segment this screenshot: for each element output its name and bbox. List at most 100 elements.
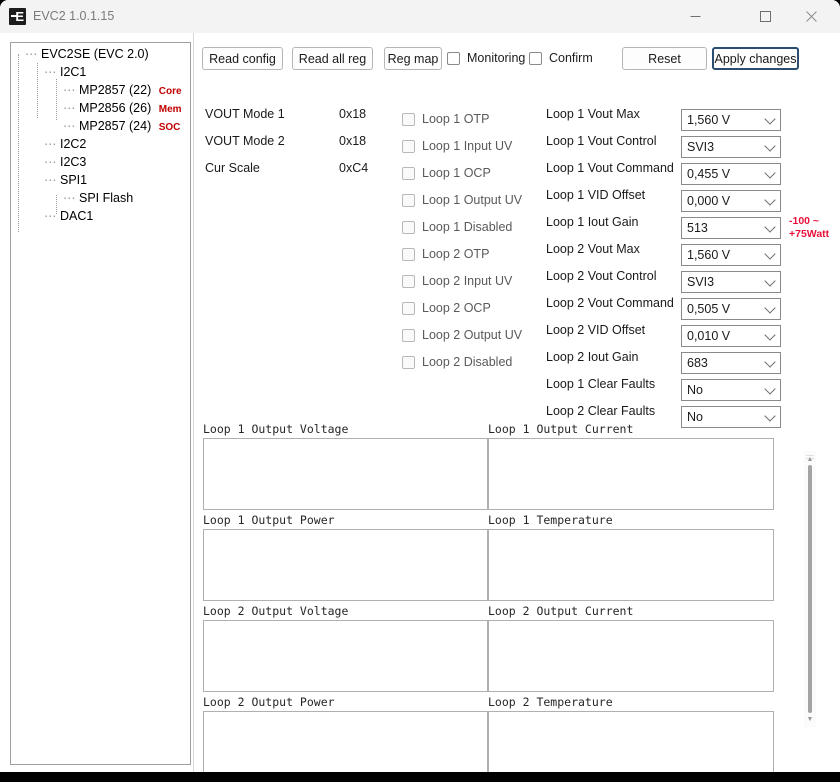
setting-value: 0,010 V	[687, 329, 731, 343]
tree-node-7[interactable]: ⋯ SPI1	[44, 173, 87, 188]
graph-label-5: Loop 2 Output Current	[488, 604, 634, 618]
register-label-0: VOUT Mode 1	[205, 107, 285, 121]
checkbox-box[interactable]	[402, 355, 415, 369]
tree-node-5[interactable]: ⋯ I2C2	[44, 137, 86, 152]
checkbox-box[interactable]	[402, 301, 415, 315]
status-flag-9[interactable]: Loop 2 Disabled	[402, 355, 512, 369]
setting-dropdown-3[interactable]: 0,000 V	[681, 190, 781, 212]
status-flag-3[interactable]: Loop 1 Output UV	[402, 193, 522, 207]
tree-node-1[interactable]: ⋯ I2C1	[44, 65, 86, 80]
tree-node-6[interactable]: ⋯ I2C3	[44, 155, 86, 170]
status-flag-label: Loop 1 OTP	[422, 112, 490, 126]
status-flag-0[interactable]: Loop 1 OTP	[402, 112, 489, 126]
reset-button[interactable]: Reset	[622, 47, 707, 70]
checkbox-box[interactable]	[529, 51, 542, 65]
register-value-0: 0x18	[339, 107, 367, 121]
setting-dropdown-5[interactable]: 1,560 V	[681, 244, 781, 266]
checkbox-box[interactable]	[402, 328, 415, 342]
setting-dropdown-1[interactable]: SVI3	[681, 136, 781, 158]
tree-node-3[interactable]: ⋯ MP2856 (26) Mem	[63, 101, 182, 117]
reg-map-button[interactable]: Reg map	[384, 47, 442, 70]
tree-node-label: SPI Flash	[78, 191, 134, 205]
setting-dropdown-10[interactable]: No	[681, 379, 781, 401]
chevron-down-icon	[764, 329, 776, 341]
tree-node-2[interactable]: ⋯ MP2857 (22) Core	[63, 83, 182, 99]
register-label-1: VOUT Mode 2	[205, 134, 285, 148]
setting-label-9: Loop 2 Iout Gain	[546, 350, 639, 364]
setting-value: 0,455 V	[687, 167, 731, 181]
checkbox-box[interactable]	[402, 139, 415, 153]
tree-node-0[interactable]: ⋯ EVC2SE (EVC 2.0)	[25, 47, 149, 62]
tree-node-label: EVC2SE (EVC 2.0)	[40, 47, 149, 61]
graph-plot-4	[203, 620, 488, 692]
confirm-checkbox[interactable]: Confirm	[529, 51, 593, 65]
status-flag-label: Loop 1 Output UV	[422, 193, 523, 207]
checkbox-box[interactable]	[402, 220, 415, 234]
status-flag-2[interactable]: Loop 1 OCP	[402, 166, 491, 180]
scroll-down-button[interactable]: ▼	[804, 713, 816, 725]
chevron-down-icon	[764, 275, 776, 287]
tree-line	[56, 79, 57, 120]
status-flag-label: Loop 2 OCP	[422, 301, 491, 315]
status-flag-5[interactable]: Loop 2 OTP	[402, 247, 489, 261]
setting-dropdown-2[interactable]: 0,455 V	[681, 163, 781, 185]
tree-node-9[interactable]: ⋯ DAC1	[44, 209, 93, 224]
close-icon	[805, 10, 817, 22]
status-flag-1[interactable]: Loop 1 Input UV	[402, 139, 512, 153]
tree-node-label: MP2856 (26)	[78, 101, 152, 115]
setting-dropdown-6[interactable]: SVI3	[681, 271, 781, 293]
setting-dropdown-7[interactable]: 0,505 V	[681, 298, 781, 320]
setting-dropdown-9[interactable]: 683	[681, 352, 781, 374]
checkbox-box[interactable]	[402, 193, 415, 207]
status-flag-4[interactable]: Loop 1 Disabled	[402, 220, 512, 234]
tree-node-label: I2C2	[59, 137, 87, 151]
graph-label-7: Loop 2 Temperature	[488, 695, 613, 709]
tree-node-tag: Core	[158, 86, 182, 97]
scroll-up-button[interactable]: ▲	[804, 453, 816, 465]
close-button[interactable]	[788, 0, 834, 32]
read-config-button[interactable]: Read config	[202, 47, 283, 70]
setting-value: 0,505 V	[687, 302, 731, 316]
minimize-button[interactable]	[672, 0, 718, 32]
monitoring-checkbox[interactable]: Monitoring	[447, 51, 525, 65]
graph-scrollbar-thumb[interactable]	[808, 465, 812, 713]
chevron-down-icon	[764, 248, 776, 260]
chevron-down-icon	[764, 221, 776, 233]
app-icon: E	[9, 8, 26, 25]
status-flag-6[interactable]: Loop 2 Input UV	[402, 274, 512, 288]
main-body: ⋯ EVC2SE (EVC 2.0) ⋯ I2C1 ⋯ MP2857 (22) …	[0, 33, 840, 772]
read-all-reg-button[interactable]: Read all reg	[292, 47, 373, 70]
graph-label-1: Loop 1 Output Current	[488, 422, 634, 436]
setting-dropdown-0[interactable]: 1,560 V	[681, 109, 781, 131]
checkbox-box[interactable]	[402, 247, 415, 261]
maximize-button[interactable]	[742, 0, 788, 32]
application-window: E EVC2 1.0.1.15 ⋯ EVC2SE (EVC 2.0) ⋯ I2C…	[0, 0, 840, 772]
setting-label-10: Loop 1 Clear Faults	[546, 377, 656, 391]
status-flag-7[interactable]: Loop 2 OCP	[402, 301, 491, 315]
setting-dropdown-4[interactable]: 513	[681, 217, 781, 239]
status-flag-label: Loop 2 Disabled	[422, 355, 513, 369]
status-flag-8[interactable]: Loop 2 Output UV	[402, 328, 522, 342]
checkbox-box[interactable]	[447, 51, 460, 65]
setting-label-6: Loop 2 Vout Control	[546, 269, 657, 283]
tree-node-tag: SOC	[158, 122, 181, 133]
annotation-line-1: -100 ~	[789, 215, 820, 227]
checkbox-box[interactable]	[402, 112, 415, 126]
register-label-2: Cur Scale	[205, 161, 260, 175]
setting-label-5: Loop 2 Vout Max	[546, 242, 640, 256]
graph-plot-0	[203, 438, 488, 510]
setting-dropdown-8[interactable]: 0,010 V	[681, 325, 781, 347]
tree-node-4[interactable]: ⋯ MP2857 (24) SOC	[63, 119, 180, 135]
register-value-2: 0xC4	[339, 161, 369, 175]
graph-label-4: Loop 2 Output Voltage	[203, 604, 349, 618]
checkbox-box[interactable]	[402, 274, 415, 288]
setting-label-4: Loop 1 Iout Gain	[546, 215, 639, 229]
setting-value: 513	[687, 221, 708, 235]
title-bar: E EVC2 1.0.1.15	[0, 0, 840, 33]
tree-node-8[interactable]: ⋯ SPI Flash	[63, 191, 133, 206]
setting-label-1: Loop 1 Vout Control	[546, 134, 657, 148]
apply-changes-button[interactable]: Apply changes	[712, 47, 799, 70]
device-tree-panel[interactable]: ⋯ EVC2SE (EVC 2.0) ⋯ I2C1 ⋯ MP2857 (22) …	[10, 42, 191, 765]
checkbox-box[interactable]	[402, 166, 415, 180]
setting-value: SVI3	[687, 275, 715, 289]
